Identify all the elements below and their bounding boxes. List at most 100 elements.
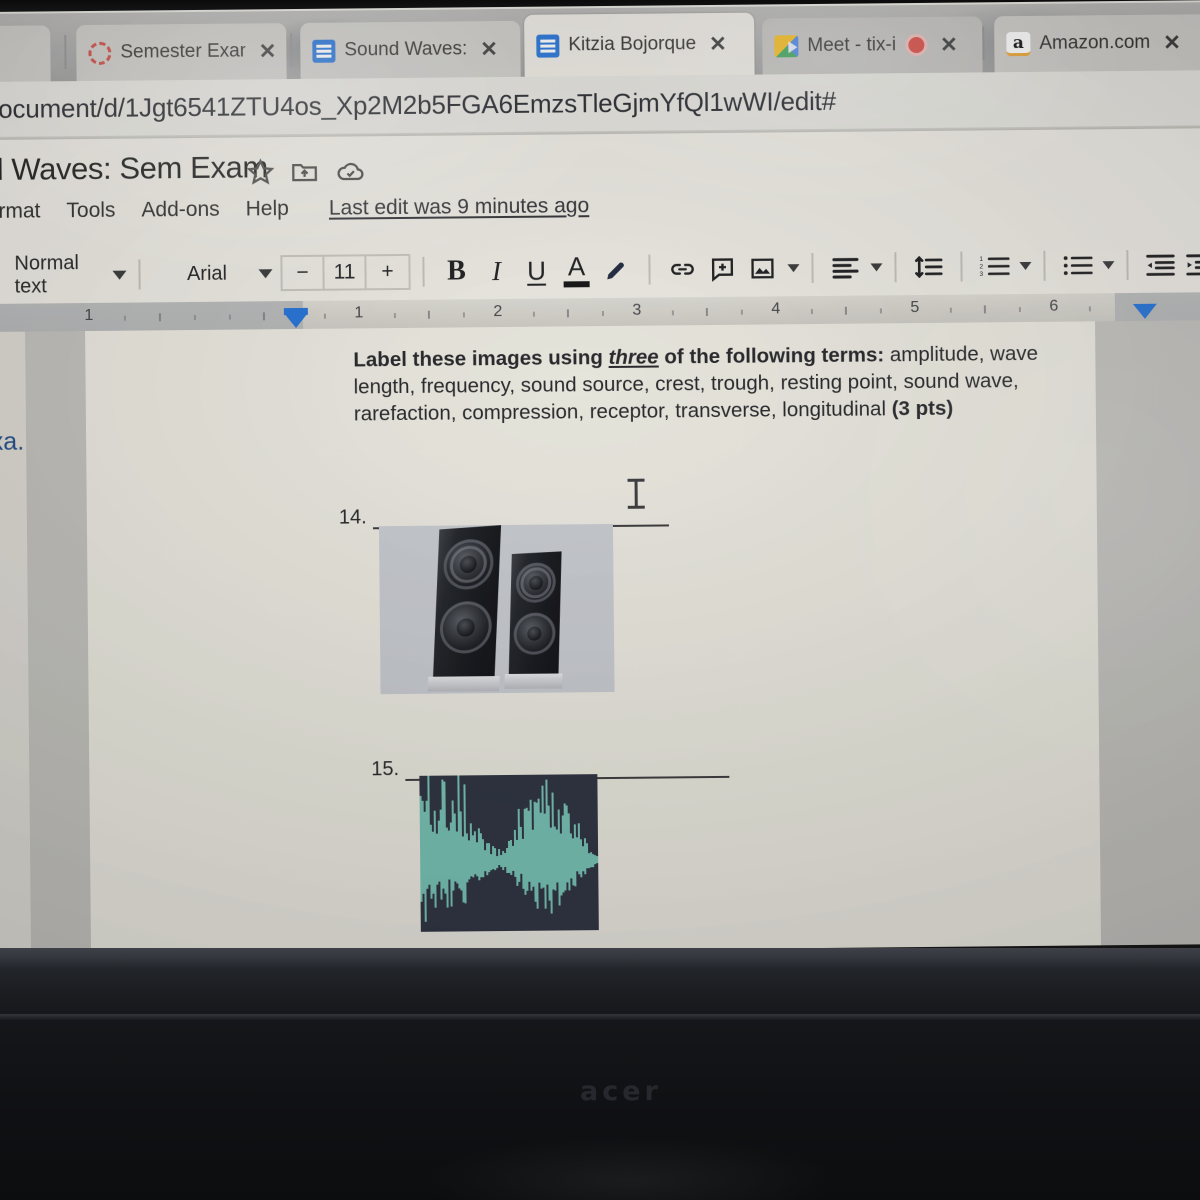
text-color-label: A [568,253,586,279]
chevron-down-icon[interactable] [870,263,882,271]
tab-separator [290,33,292,67]
svg-text:2: 2 [979,264,983,271]
italic-button[interactable]: I [476,251,516,291]
chevron-down-icon[interactable] [1102,261,1114,269]
amazon-icon: a [1006,32,1030,56]
menu-item-help[interactable]: Help [246,197,289,221]
instructions-lead-2: of the following terms: [659,343,890,368]
font-family-label: Arial [187,262,227,285]
bulleted-list-icon[interactable] [1057,245,1097,285]
text-color-button[interactable]: A [556,249,596,291]
tab-close-icon[interactable]: ✕ [1163,30,1181,55]
font-size-stepper[interactable]: − 11 + [280,254,410,291]
toolbar-divider [648,255,650,285]
laptop-photo: al ✕ Semester Exam ✕ Sound Waves: ✕ Kitz… [0,0,1200,1200]
tab-label: Kitzia Bojorque [568,33,696,56]
toolbar-divider [811,253,813,283]
ruler-margin-left [0,301,303,332]
laptop-bezel-bottom: acer [0,948,1200,1200]
font-size-increase-button[interactable]: + [366,256,408,288]
underline-button[interactable]: U [516,250,556,290]
chevron-down-icon [113,270,127,279]
font-size-value[interactable]: 11 [324,256,366,288]
question-number: 14. [339,506,367,529]
laptop-screen: al ✕ Semester Exam ✕ Sound Waves: ✕ Kitz… [0,0,1200,956]
decrease-indent-icon[interactable] [1140,245,1180,285]
google-meet-icon [774,35,798,57]
browser-tab-2[interactable]: Sound Waves: ✕ [300,21,521,79]
ruler-number: 6 [1049,298,1058,316]
right-indent-marker[interactable] [1133,304,1157,319]
toolbar-divider [960,252,962,282]
tab-close-icon[interactable]: ✕ [480,37,498,62]
svg-text:3: 3 [980,271,984,278]
browser-tab-4[interactable]: Meet - tix-i ✕ [762,16,983,74]
tab-close-icon[interactable]: ✕ [709,31,727,56]
paragraph-style-dropdown[interactable]: Normal text [14,252,127,299]
google-docs-icon [312,39,335,62]
line-spacing-icon[interactable] [908,247,948,287]
tab-label: Meet - tix-i [807,34,896,57]
ruler-number: 1 [354,304,363,322]
text-color-swatch [564,281,590,287]
menu-item-tools[interactable]: Tools [66,199,115,223]
bold-button[interactable]: B [436,251,476,291]
svg-text:1: 1 [979,256,983,263]
waveform-bar [596,856,598,863]
browser-tab-0[interactable]: al ✕ [0,25,51,82]
insert-image-icon[interactable] [742,248,782,288]
font-family-dropdown[interactable]: Arial [187,262,273,286]
docs-header: nd Waves: Sem Exam Format Tools Add-ons … [0,128,1200,248]
browser-tab-5[interactable]: a Amazon.com ✕ [994,14,1200,72]
tab-separator [64,35,66,69]
star-icon[interactable] [245,157,275,187]
menu-item-add-ons[interactable]: Add-ons [141,198,219,223]
toolbar-divider [894,252,896,282]
left-indent-marker[interactable] [284,313,308,328]
tab-recording-indicator-icon [905,34,927,56]
toolbar-divider [422,257,424,287]
instructions-paragraph: Label these images using three of the fo… [353,340,1054,428]
font-size-decrease-button[interactable]: − [282,257,324,289]
add-comment-icon[interactable] [702,249,742,289]
laptop-brand-label: acer [580,1076,720,1106]
ruler-number: 3 [632,302,641,320]
highlight-pen-icon[interactable] [596,250,636,290]
document-page[interactable]: Label these images using three of the fo… [85,321,1101,956]
browser-tab-1[interactable]: Semester Exam ✕ [76,23,287,81]
insert-link-icon[interactable] [662,249,702,289]
tab-close-icon[interactable]: ✕ [259,39,277,64]
instructions-emphasis: three [608,346,658,369]
docs-menu-bar: Format Tools Add-ons Help Last edit was … [0,194,589,224]
google-docs-icon [536,34,559,57]
ruler-margin-right [1115,292,1200,321]
ruler-number: 1 [84,307,93,325]
align-icon[interactable] [825,248,865,288]
ruler-number: 5 [910,299,919,317]
tab-label: Semester Exam [120,40,246,63]
chevron-down-icon[interactable] [1019,262,1031,270]
chevron-down-icon [258,269,272,278]
url-text[interactable]: /document/d/1Jgt6541ZTU4os_Xp2M2b5FGA6Em… [0,86,836,125]
browser-tab-active-kitzia[interactable]: Kitzia Bojorque ✕ [524,13,755,77]
last-edit-link[interactable]: Last edit was 9 minutes ago [329,194,590,220]
chevron-down-icon[interactable] [787,264,799,272]
move-to-folder-icon[interactable] [289,157,319,187]
menu-item-format[interactable]: Format [0,199,41,224]
numbered-list-icon[interactable]: 1 2 3 [974,246,1014,286]
cloud-saved-icon[interactable] [335,156,365,186]
document-title[interactable]: nd Waves: Sem Exam [0,149,268,188]
increase-indent-icon[interactable] [1180,244,1200,284]
question-number: 15. [371,758,399,781]
tab-close-icon[interactable]: ✕ [940,32,958,57]
tab-label: Sound Waves: [344,38,467,61]
audio-waveform-image[interactable] [419,774,598,932]
stereo-speakers-image[interactable] [379,524,615,694]
ruler-number: 4 [771,300,780,318]
tab-separator [982,26,984,60]
ruler-number: 2 [493,303,502,321]
loading-spinner-icon [88,41,111,64]
document-canvas: Label these images using three of the fo… [25,320,1200,956]
instructions-points: (3 pts) [892,397,954,421]
toolbar-divider [1126,250,1128,280]
